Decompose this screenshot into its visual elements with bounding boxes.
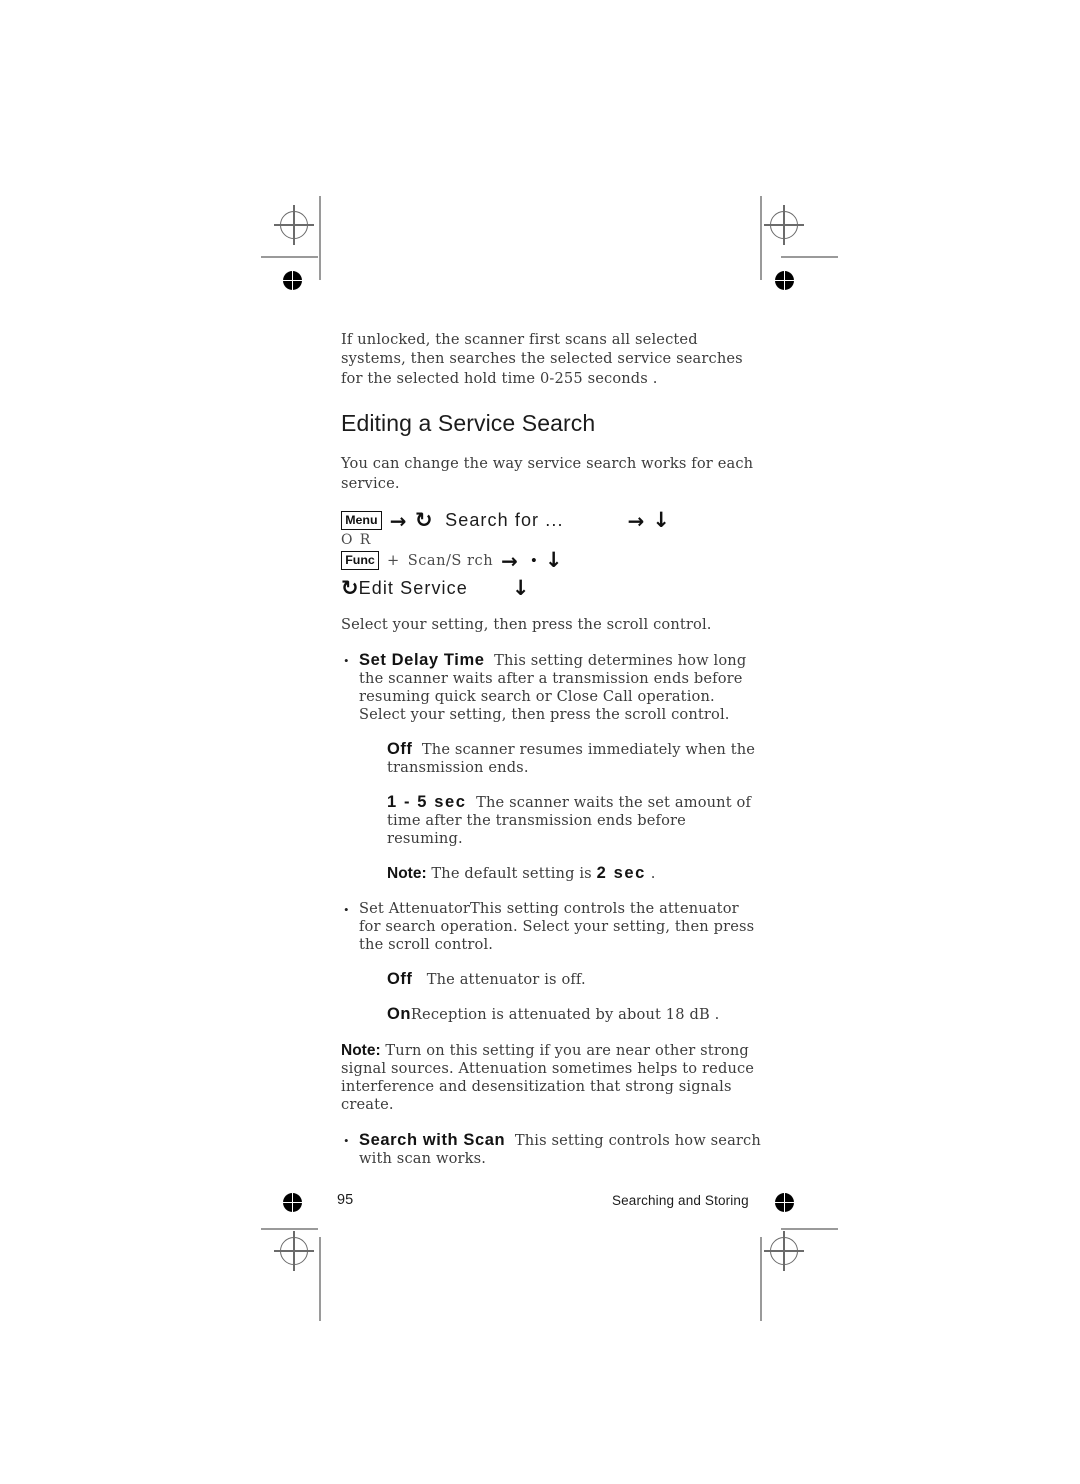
bullet-dot-icon: • [530, 551, 537, 571]
registration-mark-solid-bottom-left [283, 1193, 302, 1212]
select-instruction: Select your setting, then press the scro… [341, 616, 712, 634]
registration-mark-solid-top-right [775, 271, 794, 290]
running-head: Searching and Storing [612, 1193, 749, 1208]
note-default-delay: Note: The default setting is 2 sec . [387, 864, 761, 883]
option-name: 1 - 5 sec [387, 793, 467, 812]
arrow-right-icon: → [389, 508, 407, 533]
setting-title-set-attenuator: Set Attenuator [359, 900, 471, 918]
plus-sign: + [386, 552, 400, 570]
option-name: Off [387, 740, 413, 759]
note-label: Note: [341, 1042, 381, 1060]
page-title: Editing a Service Search [341, 410, 596, 437]
arrow-down-icon: ↓ [652, 508, 670, 533]
crop-mark-vertical-bottom-left [319, 1237, 321, 1321]
key-sequence-or-label: O R [341, 532, 372, 549]
page-number: 95 [337, 1192, 354, 1208]
key-sequence-line-menu: Menu → ↺ Search for ... → ↓ [341, 508, 761, 533]
registration-mark-open-top-right [764, 205, 804, 245]
bullet-marker: • [344, 902, 349, 918]
registration-mark-solid-bottom-right [775, 1193, 794, 1212]
scan-srch-key-label[interactable]: Scan/S rch [408, 552, 493, 569]
bullet-body: Set Delay Time This setting determines h… [359, 651, 761, 724]
func-key-badge[interactable]: Func [341, 550, 379, 571]
list-item: • Set Delay Time This setting determines… [341, 651, 761, 724]
option-on-attenuator: OnReception is attenuated by about 18 dB… [387, 1005, 761, 1024]
crop-mark-horizontal-bottom-left [261, 1228, 318, 1230]
arrow-right-icon-2: → [627, 508, 645, 533]
key-sequence-line-func: Func + Scan/S rch → • ↓ [341, 550, 761, 571]
menu-item-search-for[interactable]: Search for ... [445, 510, 563, 531]
list-item: • Set AttenuatorThis setting controls th… [341, 900, 761, 954]
registration-mark-solid-top-left [283, 271, 302, 290]
intro-paragraph: If unlocked, the scanner first scans all… [341, 331, 743, 387]
registration-mark-open-bottom-left [274, 1231, 314, 1271]
scroll-control-icon: ↺ [414, 508, 433, 533]
arrow-down-icon-2: ↓ [544, 548, 563, 573]
bullet-body: Search with Scan This setting controls h… [359, 1131, 761, 1168]
option-name: Off [387, 970, 413, 989]
option-description: Reception is attenuated by about 18 dB . [410, 1006, 720, 1024]
key-sequence-block: Menu → ↺ Search for ... → ↓ O R Func + S… [341, 508, 761, 601]
menu-key-badge[interactable]: Menu [341, 510, 382, 531]
crop-mark-vertical-top-right [760, 196, 762, 280]
arrow-right-icon-3: → [501, 548, 518, 573]
crop-mark-vertical-bottom-right [760, 1237, 762, 1321]
note-text: Turn on this setting if you are near oth… [341, 1042, 755, 1114]
list-item: • Search with Scan This setting controls… [341, 1131, 761, 1168]
option-description: The attenuator is off. [426, 971, 586, 989]
setting-title-set-delay-time: Set Delay Time [359, 651, 485, 670]
registration-mark-open-bottom-right [764, 1231, 804, 1271]
registration-mark-open-top-left [274, 205, 314, 245]
arrow-down-icon-3: ↓ [511, 576, 530, 601]
option-description: The scanner resumes immediately when the… [387, 741, 756, 777]
key-sequence-line-edit-service: ↺ Edit Service ↓ [341, 576, 761, 601]
bullet-marker: • [344, 1133, 349, 1149]
scroll-control-icon-2: ↺ [341, 576, 359, 601]
note-label: Note: [387, 865, 427, 883]
crop-mark-horizontal-bottom-right [781, 1228, 838, 1230]
crop-mark-horizontal-top-right [781, 256, 838, 258]
setting-title-search-with-scan: Search with Scan [359, 1131, 506, 1150]
option-off-attenuator: Off The attenuator is off. [387, 970, 761, 989]
note-text-before: The default setting is [431, 865, 592, 883]
bullet-marker: • [344, 653, 349, 669]
option-off-delay: Off The scanner resumes immediately when… [387, 740, 761, 777]
crop-mark-vertical-top-left [319, 196, 321, 280]
menu-item-edit-service[interactable]: Edit Service [359, 578, 468, 599]
bullet-body: Set AttenuatorThis setting controls the … [359, 900, 761, 954]
crop-mark-horizontal-top-left [261, 256, 318, 258]
note-text-after: . [650, 865, 656, 883]
note-default-value: 2 sec [596, 864, 646, 883]
lead-paragraph: You can change the way service search wo… [341, 455, 754, 492]
page-content-column: If unlocked, the scanner first scans all… [341, 330, 761, 1168]
note-attenuator: Note: Turn on this setting if you are ne… [341, 1042, 761, 1114]
option-1-5-sec: 1 - 5 sec The scanner waits the set amou… [387, 793, 761, 848]
option-name: On [387, 1005, 411, 1024]
